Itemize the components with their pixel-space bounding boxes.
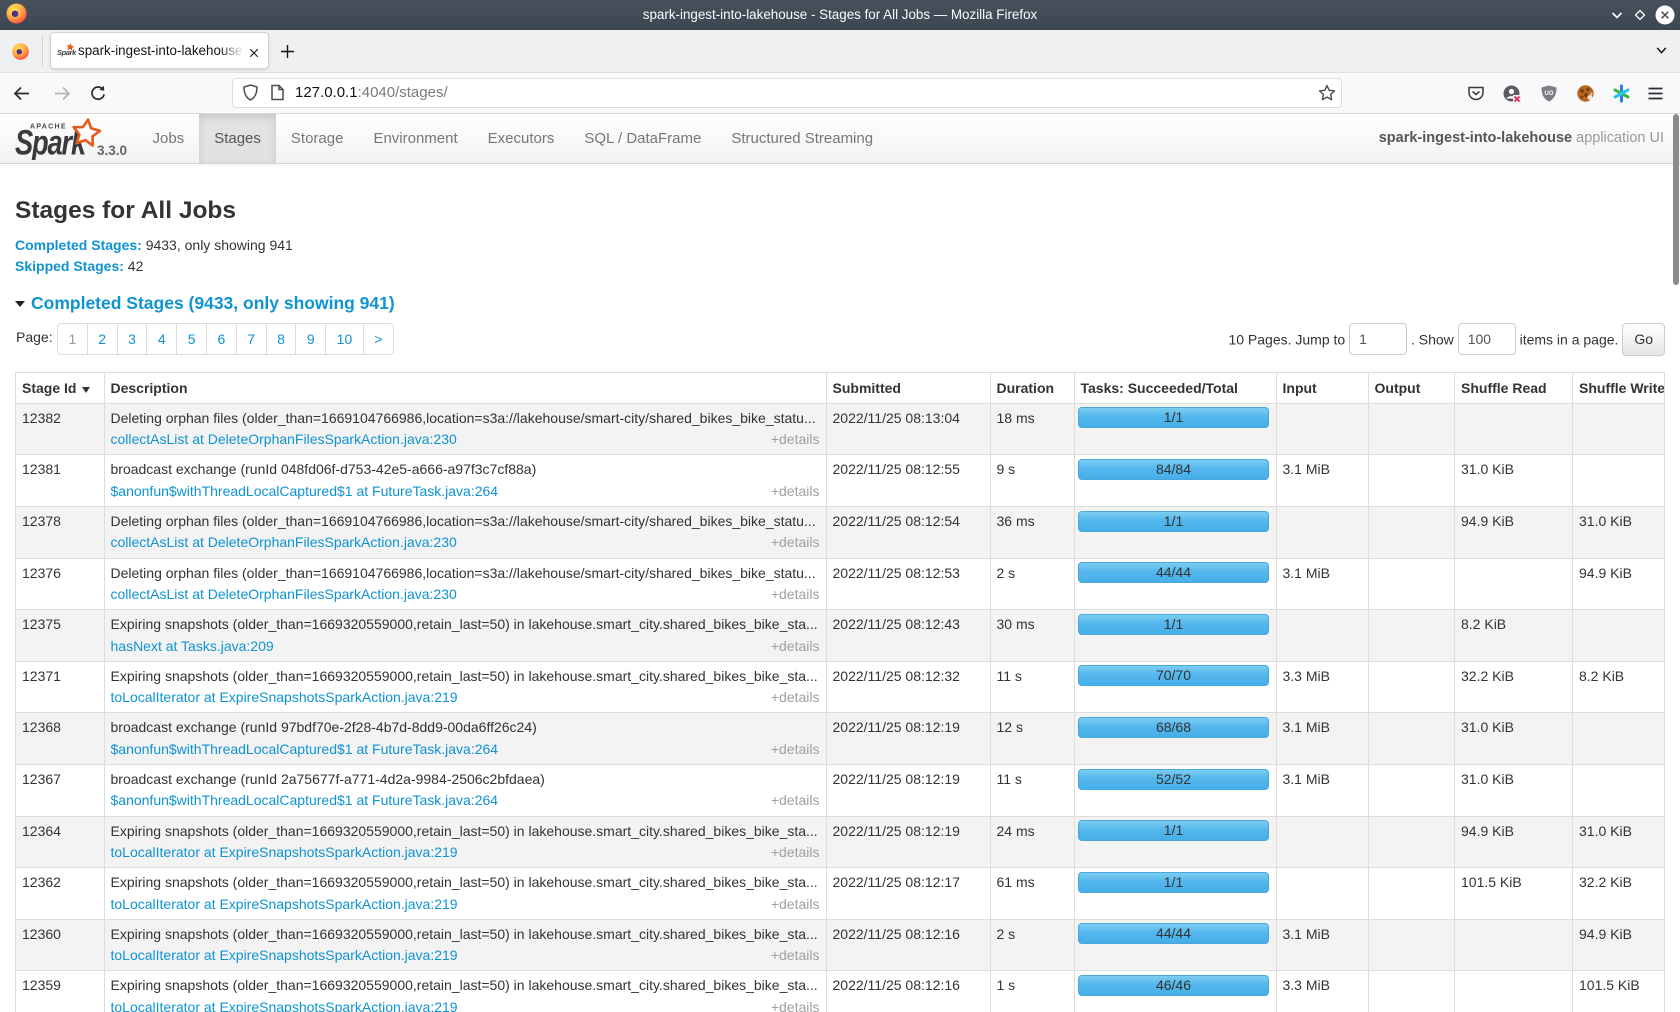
svg-text:APACHE: APACHE (30, 124, 67, 131)
svg-text:UO: UO (1545, 91, 1554, 97)
svg-text:Spark: Spark (57, 48, 77, 57)
